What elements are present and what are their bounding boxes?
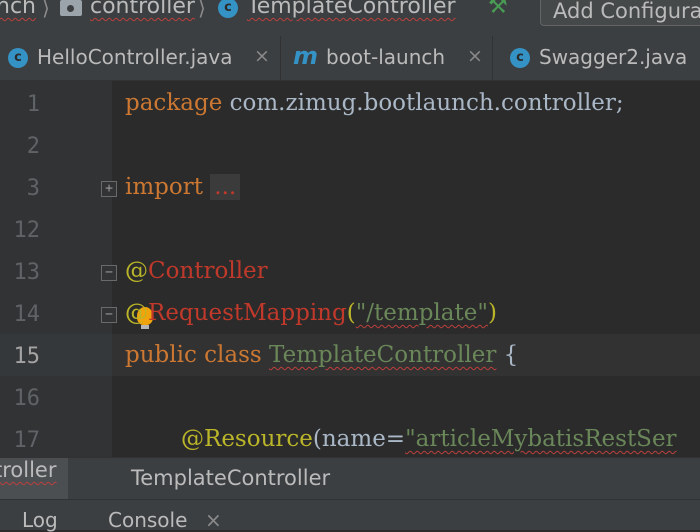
line-number-current: 15 [13,344,41,369]
brace: { [496,342,519,368]
package-name: com.zimug.bootlaunch.controller; [222,90,624,116]
annotation-name: Controller [148,258,268,284]
annotation-at: @ [125,300,148,326]
line-number: 16 [13,386,41,411]
fold-expand-icon[interactable]: + [101,181,117,197]
string-literal: "/template" [355,300,488,326]
tab-swagger2[interactable]: c Swagger2.java [493,36,700,80]
tab-boot-launch[interactable]: m boot-launch × [281,36,493,80]
c-class-icon: c [510,48,530,68]
tab-label: boot-launch [326,45,446,69]
close-icon[interactable]: × [205,508,222,532]
close-icon[interactable]: × [254,45,270,67]
build-hammer-icon[interactable]: ⚒ [488,0,508,19]
code-line: @Controller [125,258,268,284]
close-icon[interactable]: × [467,45,483,67]
breadcrumb-item-nch[interactable]: nch [0,0,36,19]
tab-log[interactable]: Log [22,508,58,532]
fold-collapse-icon[interactable]: − [101,307,117,323]
editor-tab-bar: c HelloController.java × m boot-launch ×… [0,36,700,81]
run-tool-tab[interactable]: troller [0,458,68,500]
annotation-name: Resource [204,426,313,452]
run-panel-header: troller TemplateController [0,457,700,500]
navigation-bar: nch ⟩ controller ⟩ c TemplateController … [0,0,700,36]
line-number: 2 [26,134,40,159]
run-tool-label: troller [0,458,57,482]
breadcrumb-item-controller[interactable]: controller [90,0,195,19]
keyword: import [125,174,203,200]
fold-collapse-icon[interactable]: − [101,265,117,281]
line-number: 17 [13,428,41,453]
code-line: package com.zimug.bootlaunch.controller; [125,90,624,116]
breadcrumb-item-templatecontroller[interactable]: TemplateController [247,0,456,19]
tab-console[interactable]: Console [108,508,187,532]
paren: ( [346,300,356,326]
tab-label: Swagger2.java [539,45,688,69]
folded-imports[interactable]: ... [210,174,241,200]
line-number: 1 [26,92,40,117]
param: (name= [312,426,406,452]
keyword: public class [125,342,262,368]
package-folder-icon [60,0,82,16]
string-literal: "articleMybatisRestSer [405,426,677,452]
keyword: package [125,90,223,116]
annotation-at: @ [125,258,148,284]
annotation-at: @ [181,426,204,452]
line-number: 13 [13,260,41,285]
tab-hellocontroller[interactable]: c HelloController.java × [0,36,281,80]
c-class-icon: c [8,48,28,68]
breadcrumb-separator: ⟩ [42,0,50,20]
line-number: 12 [13,218,41,243]
breadcrumb-separator: ⟩ [198,0,206,20]
annotation-name: RequestMapping [148,300,347,326]
maven-m-icon: m [293,42,319,70]
add-configuration-button[interactable]: Add Configura [540,0,700,26]
code-line: import ... [125,174,241,200]
tab-label: HelloController.java [37,45,233,69]
bottom-tab-bar: Log Console × [0,499,700,532]
line-number: 14 [13,302,41,327]
paren: ) [487,300,497,326]
class-name: TemplateController [269,342,497,368]
run-config-tab[interactable]: TemplateController [131,466,330,490]
line-number: 3 [26,176,40,201]
code-line: public class TemplateController { [125,342,518,368]
code-line: @RequestMapping("/template") [125,300,497,326]
code-line: @Resource(name="articleMybatisRestSer [181,426,677,452]
c-class-icon: c [218,0,238,18]
